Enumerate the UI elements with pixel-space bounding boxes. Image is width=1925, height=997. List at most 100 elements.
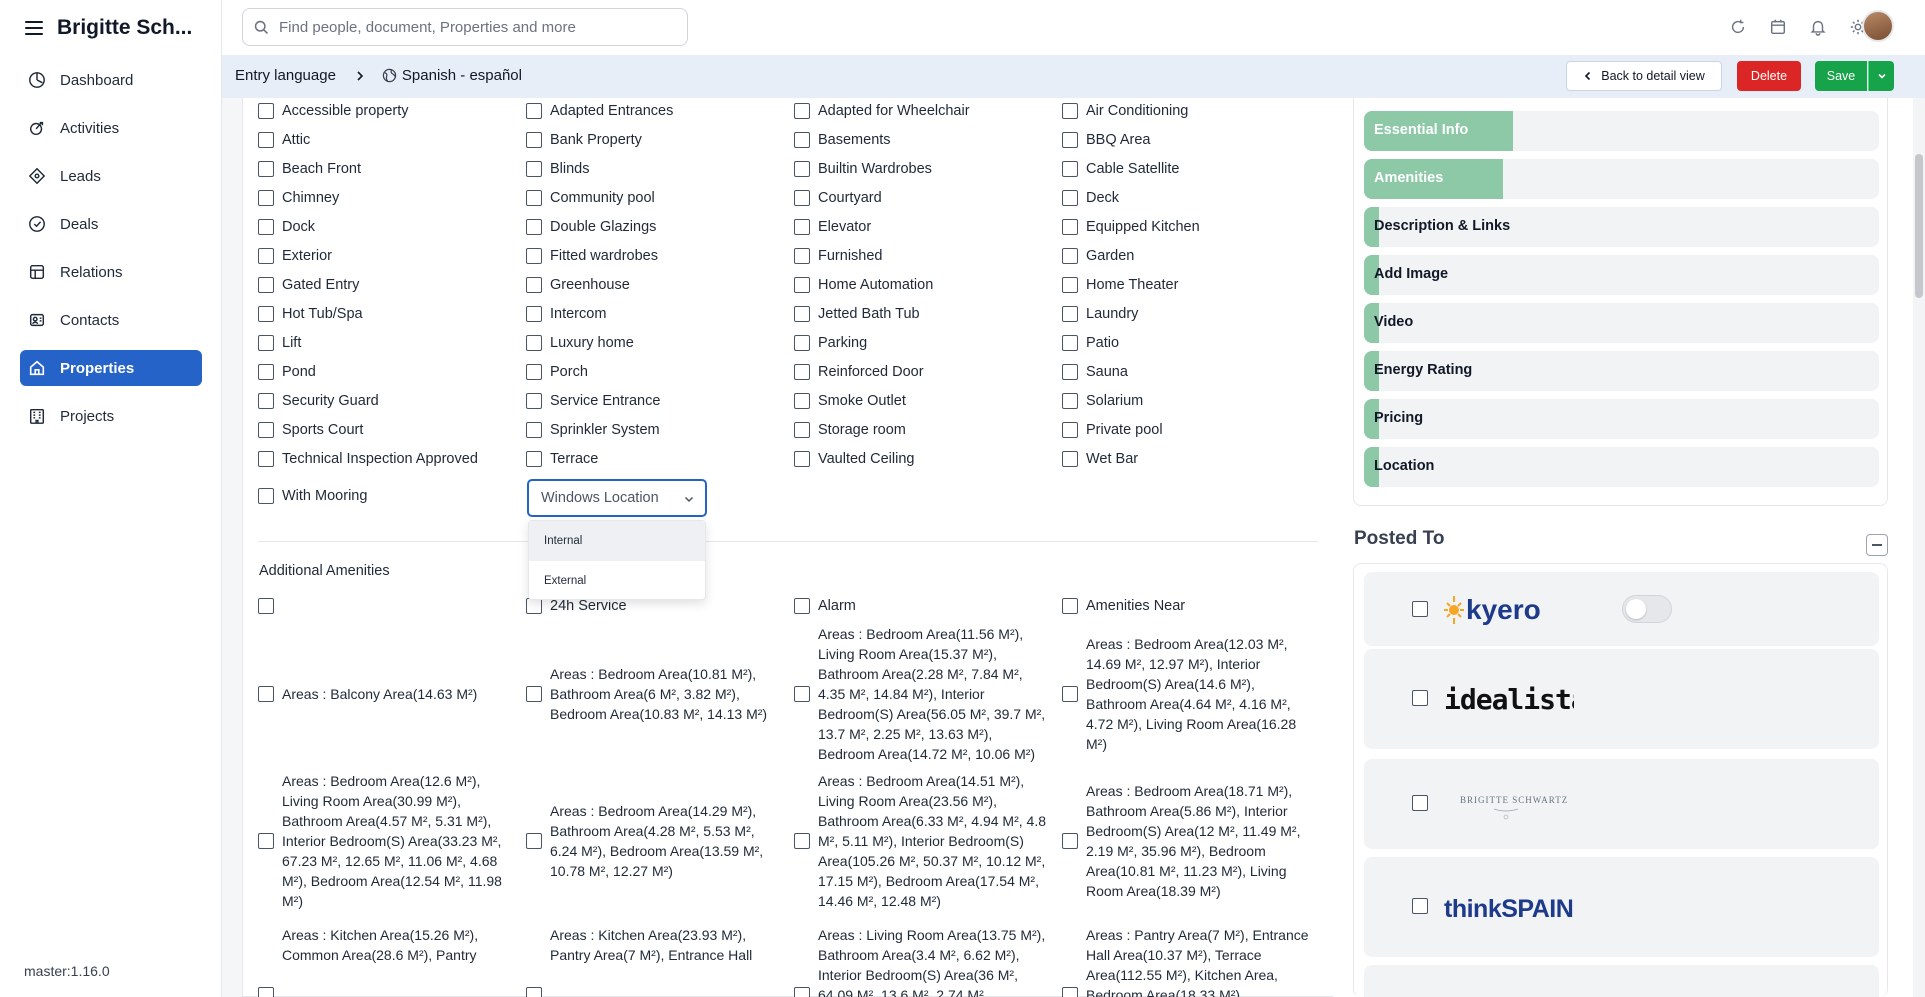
sidebar-item-contacts[interactable]: Contacts bbox=[20, 302, 202, 338]
sidebar-item-properties[interactable]: Properties bbox=[20, 350, 202, 386]
checkbox[interactable] bbox=[1062, 833, 1078, 849]
checkbox[interactable] bbox=[258, 833, 274, 849]
checkbox[interactable] bbox=[258, 451, 274, 467]
step-pricing[interactable]: Pricing bbox=[1364, 399, 1879, 439]
amenity-checkbox[interactable]: Terrace bbox=[526, 451, 598, 467]
amenity-checkbox[interactable]: Sprinkler System bbox=[526, 422, 660, 438]
amenity-checkbox[interactable]: Lift bbox=[258, 335, 301, 351]
checkbox[interactable] bbox=[526, 132, 542, 148]
amenity-checkbox[interactable]: Private pool bbox=[1062, 422, 1163, 438]
dropdown-option-external[interactable]: External bbox=[529, 561, 705, 601]
amenity-checkbox[interactable]: Reinforced Door bbox=[794, 364, 924, 380]
additional-amenity-checkbox[interactable]: Alarm bbox=[794, 596, 1050, 616]
amenity-checkbox[interactable]: Air Conditioning bbox=[1062, 103, 1188, 119]
checkbox[interactable] bbox=[794, 393, 810, 409]
amenity-checkbox[interactable]: Garden bbox=[1062, 248, 1134, 264]
calendar-icon[interactable] bbox=[1769, 18, 1787, 36]
delete-button[interactable]: Delete bbox=[1737, 61, 1801, 91]
avatar[interactable] bbox=[1862, 10, 1894, 42]
checkbox[interactable] bbox=[526, 393, 542, 409]
checkbox[interactable] bbox=[794, 219, 810, 235]
checkbox[interactable] bbox=[1062, 277, 1078, 293]
checkbox[interactable] bbox=[794, 686, 810, 702]
windows-location-select[interactable]: Windows Location bbox=[527, 479, 707, 517]
amenity-checkbox[interactable]: Beach Front bbox=[258, 161, 361, 177]
additional-amenity-checkbox[interactable]: Areas : Bedroom Area(12.03 M², 14.69 M²,… bbox=[1062, 624, 1318, 764]
checkbox[interactable] bbox=[794, 422, 810, 438]
checkbox[interactable] bbox=[794, 132, 810, 148]
amenity-checkbox[interactable]: Laundry bbox=[1062, 306, 1138, 322]
amenity-checkbox[interactable]: Home Theater bbox=[1062, 277, 1178, 293]
amenity-checkbox[interactable]: Dock bbox=[258, 219, 315, 235]
additional-amenity-checkbox[interactable]: Areas : Bedroom Area(11.56 M²), Living R… bbox=[794, 624, 1050, 764]
checkbox[interactable] bbox=[526, 686, 542, 702]
save-button[interactable]: Save bbox=[1815, 61, 1867, 91]
amenity-checkbox[interactable]: Jetted Bath Tub bbox=[794, 306, 920, 322]
amenity-checkbox[interactable]: Sauna bbox=[1062, 364, 1128, 380]
additional-amenity-checkbox[interactable]: Areas : Pantry Area(7 M²), Entrance Hall… bbox=[1062, 925, 1318, 997]
amenity-checkbox[interactable]: Courtyard bbox=[794, 190, 882, 206]
amenity-checkbox[interactable]: Attic bbox=[258, 132, 310, 148]
checkbox[interactable] bbox=[794, 598, 810, 614]
step-amenities[interactable]: Amenities bbox=[1364, 159, 1879, 199]
checkbox[interactable] bbox=[526, 277, 542, 293]
checkbox[interactable] bbox=[1062, 306, 1078, 322]
amenity-checkbox[interactable]: Bank Property bbox=[526, 132, 642, 148]
dropdown-option-internal[interactable]: Internal bbox=[529, 521, 705, 561]
brand-name[interactable]: Brigitte Sch... bbox=[57, 16, 192, 40]
checkbox[interactable] bbox=[526, 833, 542, 849]
checkbox[interactable] bbox=[258, 364, 274, 380]
step-essential-info[interactable]: Essential Info bbox=[1364, 111, 1879, 151]
back-to-detail-button[interactable]: Back to detail view bbox=[1566, 61, 1722, 91]
amenity-checkbox[interactable]: Adapted Entrances bbox=[526, 103, 673, 119]
checkbox[interactable] bbox=[1062, 364, 1078, 380]
checkbox[interactable] bbox=[258, 393, 274, 409]
sidebar-item-leads[interactable]: Leads bbox=[20, 158, 202, 194]
save-options-button[interactable] bbox=[1868, 61, 1894, 91]
checkbox[interactable] bbox=[526, 103, 542, 119]
amenity-checkbox[interactable]: Service Entrance bbox=[526, 393, 660, 409]
checkbox[interactable] bbox=[258, 190, 274, 206]
search-input[interactable]: Find people, document, Properties and mo… bbox=[242, 8, 688, 46]
amenity-checkbox[interactable]: Sports Court bbox=[258, 422, 363, 438]
amenity-checkbox[interactable]: Fitted wardrobes bbox=[526, 248, 658, 264]
checkbox[interactable] bbox=[794, 451, 810, 467]
additional-amenity-checkbox[interactable]: Areas : Bedroom Area(10.81 M²), Bathroom… bbox=[526, 624, 778, 764]
checkbox[interactable] bbox=[794, 190, 810, 206]
checkbox[interactable] bbox=[794, 364, 810, 380]
additional-amenity-checkbox[interactable]: Areas : Bedroom Area(14.51 M²), Living R… bbox=[794, 771, 1050, 911]
page-scrollbar[interactable] bbox=[1913, 98, 1925, 997]
additional-amenity-checkbox[interactable]: Areas : Bedroom Area(14.29 M²), Bathroom… bbox=[526, 771, 778, 911]
amenity-checkbox[interactable]: Hot Tub/Spa bbox=[258, 306, 363, 322]
checkbox[interactable] bbox=[794, 987, 810, 997]
kyero-toggle[interactable] bbox=[1622, 595, 1672, 623]
sidebar-item-activities[interactable]: Activities bbox=[20, 110, 202, 146]
amenity-checkbox[interactable]: Builtin Wardrobes bbox=[794, 161, 932, 177]
bell-icon[interactable] bbox=[1809, 18, 1827, 36]
amenity-checkbox[interactable]: Cable Satellite bbox=[1062, 161, 1180, 177]
amenity-checkbox[interactable]: Wet Bar bbox=[1062, 451, 1138, 467]
sidebar-item-relations[interactable]: Relations bbox=[20, 254, 202, 290]
checkbox[interactable] bbox=[1062, 335, 1078, 351]
checkbox[interactable] bbox=[1062, 132, 1078, 148]
checkbox[interactable] bbox=[258, 598, 274, 614]
checkbox[interactable] bbox=[1062, 686, 1078, 702]
checkbox[interactable] bbox=[794, 103, 810, 119]
amenity-checkbox[interactable]: Accessible property bbox=[258, 103, 409, 119]
checkbox[interactable] bbox=[794, 335, 810, 351]
amenity-checkbox[interactable]: Intercom bbox=[526, 306, 606, 322]
collapse-button[interactable] bbox=[1866, 534, 1888, 556]
checkbox[interactable] bbox=[258, 488, 274, 504]
checkbox[interactable] bbox=[526, 987, 542, 997]
amenity-checkbox[interactable]: Exterior bbox=[258, 248, 332, 264]
amenity-checkbox[interactable]: Home Automation bbox=[794, 277, 933, 293]
amenity-checkbox[interactable]: Double Glazings bbox=[526, 219, 656, 235]
amenity-checkbox[interactable]: Adapted for Wheelchair bbox=[794, 103, 970, 119]
checkbox[interactable] bbox=[258, 103, 274, 119]
amenity-checkbox[interactable]: Gated Entry bbox=[258, 277, 359, 293]
step-video[interactable]: Video bbox=[1364, 303, 1879, 343]
checkbox[interactable] bbox=[258, 132, 274, 148]
checkbox[interactable] bbox=[526, 451, 542, 467]
amenity-checkbox[interactable]: Greenhouse bbox=[526, 277, 630, 293]
checkbox[interactable] bbox=[526, 306, 542, 322]
